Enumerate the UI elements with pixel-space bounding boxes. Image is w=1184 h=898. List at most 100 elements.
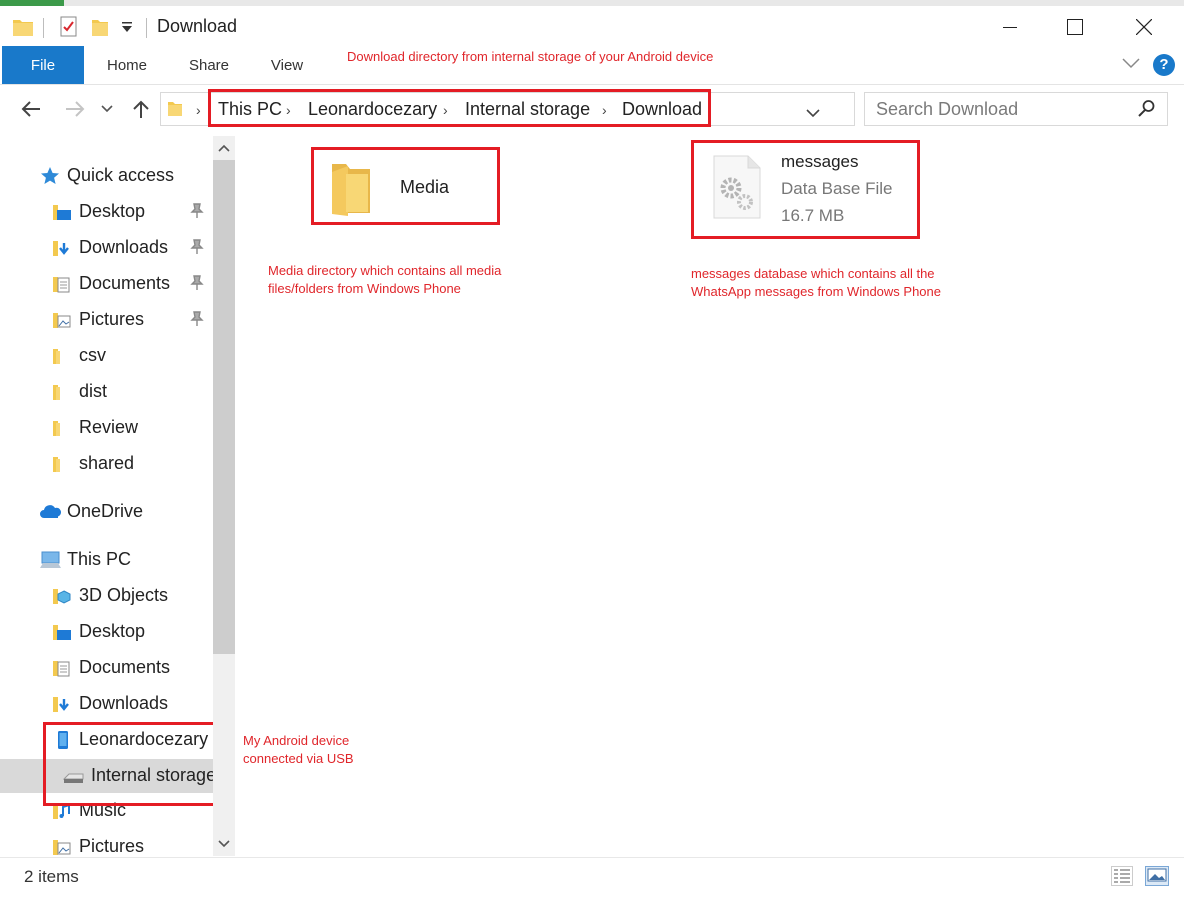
details-view-icon[interactable] [1111,866,1133,891]
documents-folder-icon [53,277,70,293]
tab-file[interactable]: File [2,46,84,84]
annotation-line: My Android device [243,733,350,748]
documents-folder-icon [53,661,70,677]
folder-icon [167,99,183,122]
folder-icon [53,349,60,364]
folder-icon[interactable] [12,16,34,43]
folder-icon [53,421,60,436]
toolbar-separator [43,18,44,38]
item-count: 2 items [24,867,79,886]
folder-icon [53,457,60,472]
navigation-scrollbar[interactable] [213,136,235,856]
nav-item-documents[interactable]: Documents [0,267,213,301]
breadcrumb-separator-chevron-icon: › [196,102,201,118]
computer-icon [40,551,61,568]
nav-item-csv[interactable]: csv [0,339,213,373]
forward-arrow-icon[interactable] [62,96,88,122]
annotation-line: files/folders from Windows Phone [268,281,461,296]
annotation-line: messages database which contains all the [691,266,935,281]
pin-icon[interactable] [190,311,204,332]
recent-locations-chevron-icon[interactable] [97,96,117,122]
nav-this-pc[interactable]: This PC [0,543,213,577]
file-list: Media messages Data Base File 16.7 MB Me… [236,132,1184,857]
nav-label: Documents [79,273,171,293]
nav-label: Pictures [79,836,145,856]
nav-item-pictures-pc[interactable]: Pictures [0,830,213,857]
pin-icon[interactable] [190,275,204,296]
minimize-button[interactable] [982,8,1038,46]
folder-icon [53,385,60,400]
nav-item-review[interactable]: Review [0,411,213,445]
back-arrow-icon[interactable] [18,96,44,122]
large-icons-view-icon[interactable] [1145,866,1169,891]
3d-objects-icon [53,589,71,604]
search-icon[interactable] [1138,99,1156,122]
star-icon [41,167,59,184]
tab-share[interactable]: Share [176,46,242,84]
search-input[interactable] [874,97,1128,121]
nav-label: Downloads [79,237,169,257]
nav-item-documents-pc[interactable]: Documents [0,651,213,685]
nav-label: Desktop [79,201,146,221]
annotation-line: WhatsApp messages from Windows Phone [691,284,941,299]
ribbon: File Home Share View Download directory … [0,46,1184,85]
nav-item-downloads-pc[interactable]: Downloads [0,687,213,721]
downloads-folder-icon [53,241,69,256]
media-annotation: Media directory which contains all media… [268,262,501,298]
nav-item-3d-objects[interactable]: 3D Objects [0,579,213,613]
help-button[interactable]: ? [1153,54,1175,76]
new-folder-icon[interactable] [90,16,110,43]
maximize-button[interactable] [1047,8,1103,46]
desktop-folder-icon [53,205,71,220]
device-annotation: My Android device connected via USB [243,732,354,768]
annotation-line: connected via USB [243,751,354,766]
nav-label: csv [79,345,106,365]
search-box[interactable] [864,92,1168,126]
nav-label: shared [79,453,135,473]
downloads-folder-icon [53,697,69,712]
nav-item-downloads[interactable]: Downloads [0,231,213,265]
pin-icon[interactable] [190,239,204,260]
scroll-up-chevron-icon[interactable] [213,136,235,160]
expand-ribbon-chevron-icon[interactable] [1122,56,1140,74]
nav-item-desktop-pc[interactable]: Desktop [0,615,213,649]
title-bar: Download [0,6,1184,46]
nav-item-dist[interactable]: dist [0,375,213,409]
nav-label: Quick access [67,165,175,185]
properties-icon[interactable] [58,16,80,43]
messages-annotation: messages database which contains all the… [691,265,941,301]
pictures-folder-icon [53,840,71,855]
nav-quick-access[interactable]: Quick access [0,159,213,193]
nav-label: This PC [67,549,132,569]
scroll-down-chevron-icon[interactable] [213,832,235,856]
window-title: Download [157,16,238,36]
nav-label: OneDrive [67,501,144,521]
up-arrow-icon[interactable] [128,96,154,122]
nav-item-desktop[interactable]: Desktop [0,195,213,229]
cloud-icon [40,505,62,518]
customize-toolbar-icon[interactable] [120,20,134,39]
nav-label: Downloads [79,693,169,713]
path-highlight-box [208,89,711,127]
close-button[interactable] [1116,8,1172,46]
nav-label: Pictures [79,309,145,329]
annotation-line: Media directory which contains all media [268,263,502,278]
nav-label: Desktop [79,621,146,641]
status-bar: 2 items [0,857,1184,898]
download-directory-annotation: Download directory from internal storage… [347,49,714,64]
address-history-chevron-icon[interactable] [806,105,820,123]
media-highlight-box [311,147,500,225]
tab-view[interactable]: View [256,46,318,84]
tab-home[interactable]: Home [94,46,160,84]
nav-label: Documents [79,657,171,677]
nav-item-shared[interactable]: shared [0,447,213,481]
desktop-folder-icon [53,625,71,640]
pin-icon[interactable] [190,203,204,224]
device-highlight-box [43,722,223,806]
nav-label: 3D Objects [79,585,169,605]
nav-onedrive[interactable]: OneDrive [0,495,213,529]
nav-item-pictures[interactable]: Pictures [0,303,213,337]
nav-label: dist [79,381,108,401]
toolbar-separator [146,18,147,38]
scrollbar-thumb[interactable] [213,160,235,654]
